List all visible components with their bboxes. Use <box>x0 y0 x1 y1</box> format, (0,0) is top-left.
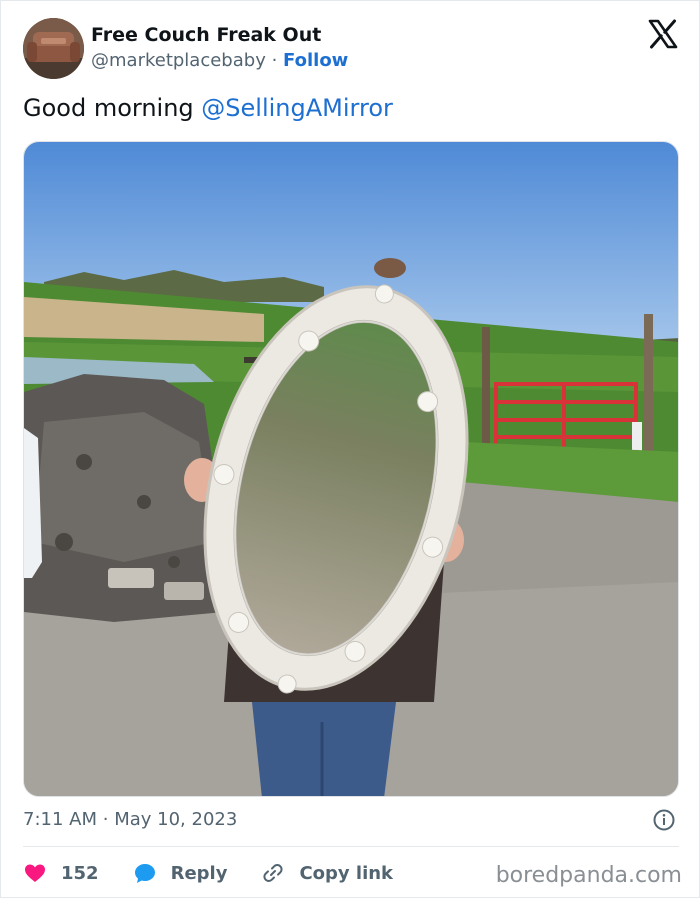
action-bar: 152 Reply Copy link <box>23 858 393 888</box>
mention-link[interactable]: @SellingAMirror <box>201 94 393 122</box>
copy-link-button[interactable]: Copy link <box>261 861 393 885</box>
handle-separator: · <box>271 50 278 71</box>
tweet-photo[interactable] <box>23 141 679 797</box>
avatar[interactable] <box>23 18 84 79</box>
divider <box>23 846 679 847</box>
tweet-text: Good morning @SellingAMirror <box>23 94 393 122</box>
couch-avatar-image <box>23 18 84 79</box>
tweet-time: 7:11 AM <box>23 809 97 830</box>
link-icon <box>263 864 284 882</box>
author-handle-line: @marketplacebaby · Follow <box>91 50 348 71</box>
x-logo-icon[interactable] <box>647 18 679 50</box>
tweet-date: May 10, 2023 <box>114 809 238 830</box>
tweet-body: Good morning <box>23 94 202 122</box>
author-display-name[interactable]: Free Couch Freak Out <box>91 24 321 46</box>
like-button[interactable]: 152 <box>23 861 99 885</box>
heart-icon <box>25 864 45 882</box>
author-handle[interactable]: @marketplacebaby <box>91 50 266 71</box>
info-icon[interactable] <box>652 808 676 832</box>
mirror-photo-image <box>24 142 678 796</box>
reply-label: Reply <box>170 862 228 884</box>
reply-button[interactable]: Reply <box>133 861 228 885</box>
tweet-timestamp[interactable]: 7:11 AM · May 10, 2023 <box>23 809 237 830</box>
follow-button[interactable]: Follow <box>283 50 348 71</box>
like-count: 152 <box>61 862 99 884</box>
tweet-card: Free Couch Freak Out @marketplacebaby · … <box>0 0 700 898</box>
watermark: boredpanda.com <box>495 863 682 888</box>
speech-bubble-icon <box>134 864 155 883</box>
timestamp-separator: · <box>102 809 109 830</box>
copy-link-label: Copy link <box>299 862 394 884</box>
